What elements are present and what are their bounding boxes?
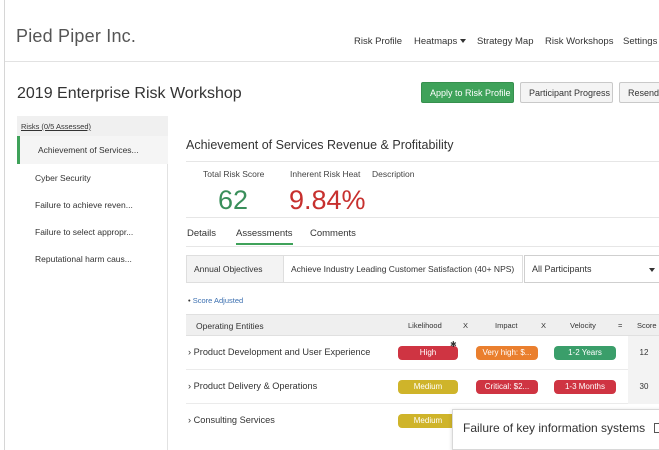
table-header: Operating Entities Likelihood X Impact X… bbox=[186, 314, 659, 336]
likelihood-pill[interactable]: High bbox=[398, 346, 458, 360]
resend-button[interactable]: Resend bbox=[619, 82, 659, 103]
table-row[interactable]: › Product Development and User Experienc… bbox=[186, 336, 659, 370]
page-title: 2019 Enterprise Risk Workshop bbox=[17, 85, 242, 102]
sidebar-item-failure-select[interactable]: Failure to select appropr... bbox=[17, 218, 168, 246]
entity-label: Product Delivery & Operations bbox=[193, 381, 318, 391]
inherent-risk-heat-label: Inherent Risk Heat bbox=[290, 169, 361, 179]
annual-objectives-label: Annual Objectives bbox=[186, 255, 284, 283]
annual-objective-value[interactable]: Achieve Industry Leading Customer Satisf… bbox=[283, 255, 523, 283]
likelihood-pill[interactable]: Medium bbox=[398, 380, 458, 394]
divider bbox=[186, 246, 659, 247]
velocity-pill[interactable]: 1-2 Years bbox=[554, 346, 616, 360]
entity-label: Consulting Services bbox=[193, 415, 275, 425]
score-value: 12 bbox=[628, 336, 659, 370]
divider bbox=[186, 161, 659, 162]
sidebar-item-reputational-harm[interactable]: Reputational harm caus... bbox=[17, 245, 168, 273]
nav-settings[interactable]: Settings bbox=[623, 36, 657, 47]
nav-risk-workshops[interactable]: Risk Workshops bbox=[545, 36, 613, 47]
col-x: X bbox=[463, 321, 469, 330]
sidebar-item-failure-revenue[interactable]: Failure to achieve reven... bbox=[17, 191, 168, 219]
entity-label: Product Development and User Experience bbox=[193, 347, 371, 357]
chevron-down-icon bbox=[460, 39, 467, 44]
tab-comments[interactable]: Comments bbox=[310, 228, 356, 239]
tab-details[interactable]: Details bbox=[187, 228, 216, 239]
risks-header: Risks (0/5 Assessed) bbox=[17, 116, 168, 136]
apply-to-risk-profile-button[interactable]: Apply to Risk Profile bbox=[421, 82, 514, 103]
impact-pill[interactable]: Critical: $2... bbox=[476, 380, 538, 394]
description-label: Description bbox=[372, 169, 415, 179]
likelihood-pill[interactable]: Medium bbox=[398, 414, 458, 428]
nav-risk-profile[interactable]: Risk Profile bbox=[354, 36, 402, 47]
external-link-icon[interactable] bbox=[654, 423, 659, 433]
inherent-risk-heat-value: 9.84% bbox=[289, 185, 366, 215]
total-risk-score-value: 62 bbox=[218, 185, 249, 215]
col-x: X bbox=[541, 321, 547, 330]
velocity-pill[interactable]: 1-3 Months bbox=[554, 380, 616, 394]
participants-select-value: All Participants bbox=[532, 264, 592, 274]
nav-strategy-map[interactable]: Strategy Map bbox=[477, 36, 534, 47]
participants-select[interactable]: All Participants bbox=[524, 255, 659, 283]
risks-count-link[interactable]: Risks (0/5 Assessed) bbox=[21, 122, 91, 131]
entity-name[interactable]: › Product Delivery & Operations bbox=[188, 381, 317, 391]
total-risk-score-label: Total Risk Score bbox=[203, 169, 265, 179]
col-velocity: Velocity bbox=[570, 321, 596, 330]
participant-progress-button[interactable]: Participant Progress bbox=[520, 82, 613, 103]
brand-logo[interactable]: Pied Piper Inc. bbox=[16, 26, 136, 47]
top-navbar: Pied Piper Inc. Risk Profile Heatmaps St… bbox=[5, 0, 659, 62]
score-adjusted-label: Score Adjusted bbox=[192, 296, 244, 305]
app-window: Pied Piper Inc. Risk Profile Heatmaps St… bbox=[4, 0, 659, 450]
chevron-down-icon bbox=[649, 268, 655, 272]
adjusted-marker: ✱ bbox=[450, 340, 457, 349]
risk-sidebar: Risks (0/5 Assessed) Achievement of Serv… bbox=[17, 116, 168, 450]
entity-name[interactable]: › Consulting Services bbox=[188, 415, 275, 425]
impact-pill[interactable]: Very high: $... bbox=[476, 346, 538, 360]
score-adjusted-note: • Score Adjusted bbox=[188, 296, 244, 305]
entity-name[interactable]: › Product Development and User Experienc… bbox=[188, 347, 370, 357]
nav-heatmaps-label: Heatmaps bbox=[414, 36, 458, 47]
col-score: Score bbox=[637, 321, 657, 330]
tab-assessments[interactable]: Assessments bbox=[236, 228, 293, 245]
risk-title: Achievement of Services Revenue & Profit… bbox=[186, 138, 454, 152]
col-equals: = bbox=[618, 321, 623, 330]
sidebar-item-cyber-security[interactable]: Cyber Security bbox=[17, 164, 168, 192]
nav-heatmaps[interactable]: Heatmaps bbox=[414, 36, 467, 47]
divider bbox=[186, 217, 659, 218]
col-impact: Impact bbox=[495, 321, 518, 330]
col-operating-entities: Operating Entities bbox=[196, 321, 264, 331]
sidebar-item-achievement[interactable]: Achievement of Services... bbox=[17, 136, 168, 164]
col-likelihood: Likelihood bbox=[408, 321, 442, 330]
risk-popover[interactable]: Failure of key information systems bbox=[452, 409, 659, 450]
table-row[interactable]: › Product Delivery & Operations Medium C… bbox=[186, 370, 659, 404]
popover-title: Failure of key information systems bbox=[463, 421, 646, 435]
score-value: 30 bbox=[628, 370, 659, 404]
